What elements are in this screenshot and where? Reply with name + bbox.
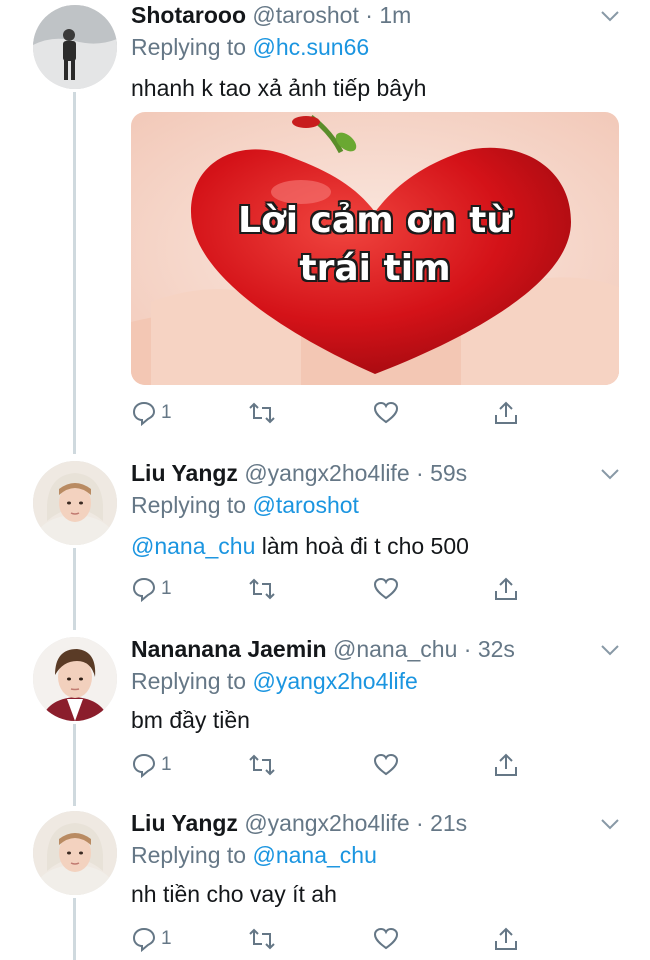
tweet-text: bm đầy tiền bbox=[131, 707, 250, 733]
timestamp[interactable]: 1m bbox=[379, 2, 411, 28]
text-body: làm hoà đi t cho 500 bbox=[255, 533, 469, 559]
retweet-button[interactable] bbox=[248, 574, 276, 604]
reply-button[interactable]: 1 bbox=[131, 574, 172, 604]
share-icon bbox=[495, 401, 517, 424]
reply-icon bbox=[132, 577, 156, 602]
user-handle[interactable]: @nana_chu bbox=[333, 636, 457, 662]
like-button[interactable] bbox=[373, 574, 399, 604]
replying-to: Replying to @yangx2ho4life bbox=[131, 666, 418, 696]
share-icon bbox=[495, 577, 517, 600]
chevron-down-icon[interactable] bbox=[598, 464, 622, 484]
heart-icon bbox=[373, 401, 399, 424]
image-caption: trái tim bbox=[299, 248, 451, 289]
tweet-actions: 1 bbox=[131, 574, 531, 604]
separator: · bbox=[416, 810, 424, 836]
tweet-actions: 1 bbox=[131, 398, 531, 428]
like-button[interactable] bbox=[373, 924, 399, 954]
reply-count: 1 bbox=[161, 578, 172, 599]
tweet-actions: 1 bbox=[131, 924, 531, 954]
reply-count: 1 bbox=[161, 754, 172, 775]
share-button[interactable] bbox=[493, 750, 519, 780]
heart-icon bbox=[373, 753, 399, 776]
replying-to-mention[interactable]: @hc.sun66 bbox=[252, 34, 369, 60]
retweet-button[interactable] bbox=[248, 398, 276, 428]
chevron-down-icon[interactable] bbox=[598, 6, 622, 26]
tweet-header: Shotarooo @taroshot · 1m bbox=[131, 0, 411, 30]
avatar[interactable] bbox=[33, 811, 117, 895]
share-icon bbox=[495, 927, 517, 950]
retweet-icon bbox=[249, 928, 275, 950]
avatar[interactable] bbox=[33, 637, 117, 721]
replying-to-label: Replying to bbox=[131, 34, 247, 60]
like-button[interactable] bbox=[373, 750, 399, 780]
replying-to-label: Replying to bbox=[131, 668, 247, 694]
tweet-header: Liu Yangz @yangx2ho4life · 21s bbox=[131, 808, 467, 838]
share-button[interactable] bbox=[493, 574, 519, 604]
reply-count: 1 bbox=[161, 928, 172, 949]
replying-to: Replying to @hc.sun66 bbox=[131, 32, 369, 62]
tweet-text: nh tiền cho vay ít ah bbox=[131, 881, 337, 907]
replying-to: Replying to @taroshot bbox=[131, 490, 359, 520]
separator: · bbox=[463, 636, 472, 662]
timestamp[interactable]: 32s bbox=[478, 636, 515, 662]
chevron-down-icon[interactable] bbox=[598, 640, 622, 660]
replying-to-mention[interactable]: @nana_chu bbox=[252, 842, 376, 868]
retweet-icon bbox=[249, 754, 275, 776]
text-mention[interactable]: @nana_chu bbox=[131, 533, 255, 559]
chevron-down-icon[interactable] bbox=[598, 814, 622, 834]
tweet-image[interactable]: Lời cảm ơn từ trái tim bbox=[131, 112, 619, 385]
reply-icon bbox=[132, 753, 156, 778]
replying-to-mention[interactable]: @yangx2ho4life bbox=[252, 668, 417, 694]
tweet-header: Liu Yangz @yangx2ho4life · 59s bbox=[131, 458, 467, 488]
replying-to: Replying to @nana_chu bbox=[131, 840, 377, 870]
display-name[interactable]: Liu Yangz bbox=[131, 460, 238, 486]
tweet[interactable]: Nananana Jaemin @nana_chu · 32s Replying… bbox=[0, 634, 650, 804]
share-button[interactable] bbox=[493, 398, 519, 428]
replying-to-label: Replying to bbox=[131, 842, 247, 868]
share-button[interactable] bbox=[493, 924, 519, 954]
retweet-button[interactable] bbox=[248, 750, 276, 780]
separator: · bbox=[416, 460, 424, 486]
reply-button[interactable]: 1 bbox=[131, 924, 172, 954]
tweet-text: @nana_chu làm hoà đi t cho 500 bbox=[131, 530, 469, 562]
user-handle[interactable]: @yangx2ho4life bbox=[244, 810, 409, 836]
timestamp[interactable]: 21s bbox=[430, 810, 467, 836]
avatar[interactable] bbox=[33, 461, 117, 545]
like-button[interactable] bbox=[373, 398, 399, 428]
share-icon bbox=[495, 753, 517, 776]
retweet-icon bbox=[249, 578, 275, 600]
replying-to-label: Replying to bbox=[131, 492, 247, 518]
tweet-text: nhanh k tao xả ảnh tiếp bâyh bbox=[131, 75, 427, 101]
user-handle[interactable]: @yangx2ho4life bbox=[244, 460, 409, 486]
display-name[interactable]: Nananana Jaemin bbox=[131, 636, 327, 662]
reply-button[interactable]: 1 bbox=[131, 398, 172, 428]
tweet-header: Nananana Jaemin @nana_chu · 32s bbox=[131, 634, 515, 664]
replying-to-mention[interactable]: @taroshot bbox=[252, 492, 358, 518]
separator: · bbox=[365, 2, 373, 28]
retweet-button[interactable] bbox=[248, 924, 276, 954]
reply-icon bbox=[132, 401, 156, 426]
avatar[interactable] bbox=[33, 5, 117, 89]
user-handle[interactable]: @taroshot bbox=[252, 2, 358, 28]
tweet[interactable]: Liu Yangz @yangx2ho4life · 21s Replying … bbox=[0, 808, 650, 960]
tweet[interactable]: Liu Yangz @yangx2ho4life · 59s Replying … bbox=[0, 458, 650, 628]
reply-count: 1 bbox=[161, 402, 172, 423]
heart-icon bbox=[373, 927, 399, 950]
display-name[interactable]: Liu Yangz bbox=[131, 810, 238, 836]
tweet-actions: 1 bbox=[131, 750, 531, 780]
image-caption: Lời cảm ơn từ bbox=[238, 200, 512, 241]
display-name[interactable]: Shotarooo bbox=[131, 2, 246, 28]
timestamp[interactable]: 59s bbox=[430, 460, 467, 486]
retweet-icon bbox=[249, 402, 275, 424]
tweet[interactable]: Shotarooo @taroshot · 1m Replying to @hc… bbox=[0, 0, 650, 440]
heart-icon bbox=[373, 577, 399, 600]
reply-icon bbox=[132, 927, 156, 952]
reply-button[interactable]: 1 bbox=[131, 750, 172, 780]
